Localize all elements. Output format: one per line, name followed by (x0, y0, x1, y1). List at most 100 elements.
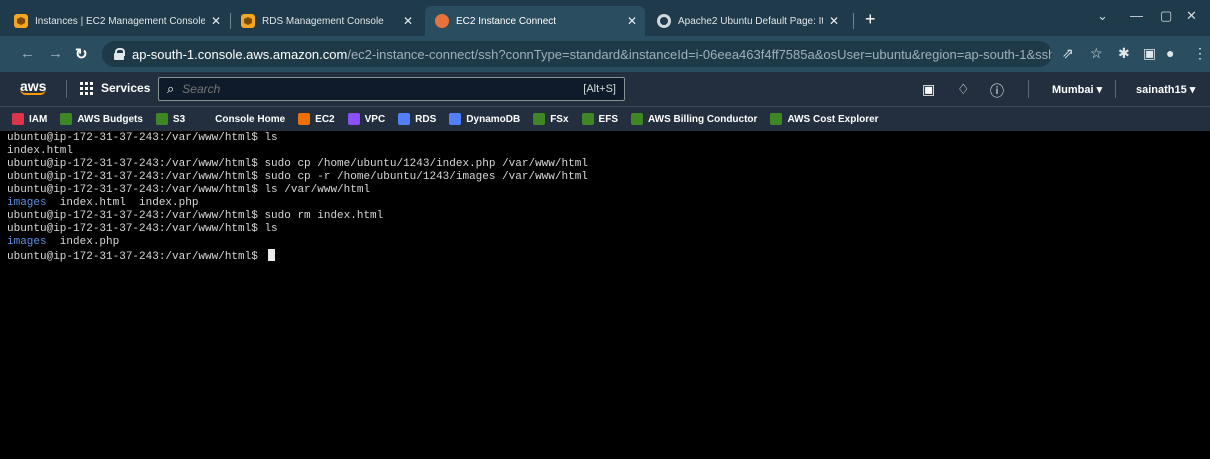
tab-separator (853, 13, 854, 29)
aws-console-icon (241, 14, 255, 28)
tab-ec2-instances[interactable]: Instances | EC2 Management Console ✕ (4, 6, 229, 36)
browser-menu-icon[interactable]: ⋮ (1193, 45, 1207, 62)
file-list: index.html index.php (46, 197, 199, 209)
terminal-line: ubuntu@ip-172-31-37-243:/var/www/html$ s… (7, 158, 1203, 171)
terminal-text: ubuntu@ip-172-31-37-243:/var/www/html$ s… (7, 210, 384, 222)
cloudshell-icon[interactable]: ▣ (922, 81, 935, 98)
file-list: index.php (46, 236, 120, 248)
dynamodb-icon (449, 113, 462, 125)
close-icon[interactable]: ✕ (829, 14, 839, 28)
reload-icon[interactable]: ↻ (75, 45, 88, 63)
divider (66, 80, 67, 98)
side-panel-icon[interactable]: ▣ (1143, 45, 1156, 62)
url-host: ap-south-1.console.aws.amazon.com (132, 46, 348, 62)
bookmark-star-icon[interactable]: ☆ (1090, 45, 1103, 62)
help-icon[interactable]: ⓘ (990, 81, 1004, 101)
terminal-line: ubuntu@ip-172-31-37-243:/var/www/html$ (7, 249, 1203, 263)
close-icon[interactable]: ✕ (403, 14, 413, 28)
favorite-label: AWS Budgets (77, 113, 143, 125)
favorite-label: VPC (364, 113, 386, 125)
browser-toolbar: ← → ↻ ap-south-1.console.aws.amazon.com /… (0, 36, 1210, 72)
search-input[interactable] (182, 82, 584, 96)
address-bar[interactable]: ap-south-1.console.aws.amazon.com/ec2-in… (102, 41, 1052, 67)
s3-icon (155, 113, 168, 125)
terminal-text: ubuntu@ip-172-31-37-243:/var/www/html$ l… (7, 132, 278, 144)
aws-logo-text: aws (20, 78, 47, 94)
console-home-icon (198, 113, 211, 125)
favorite-iam[interactable]: IAM (12, 113, 47, 125)
lock-icon (114, 48, 125, 60)
account-menu[interactable]: sainath15 ▾ (1136, 83, 1195, 96)
favorite-vpc[interactable]: VPC (347, 113, 386, 125)
tab-label: EC2 Instance Connect (456, 15, 557, 27)
directory-name: images (7, 236, 47, 248)
search-shortcut-hint: [Alt+S] (583, 83, 616, 95)
terminal-text: ubuntu@ip-172-31-37-243:/var/www/html$ l… (7, 223, 278, 235)
favorite-ec2[interactable]: EC2 (298, 113, 335, 125)
tab-search-icon[interactable]: ⌄ (1097, 8, 1108, 24)
terminal-line: ubuntu@ip-172-31-37-243:/var/www/html$ l… (7, 184, 1203, 197)
close-icon[interactable]: ✕ (211, 14, 221, 28)
favorite-label: DynamoDB (466, 113, 521, 125)
share-icon[interactable]: ⇗ (1062, 45, 1074, 62)
favorite-label: IAM (29, 113, 48, 125)
favorite-aws-cost-explorer[interactable]: AWS Cost Explorer (770, 113, 879, 125)
terminal-text: ubuntu@ip-172-31-37-243:/var/www/html$ s… (7, 171, 588, 183)
favorite-label: Console Home (215, 113, 286, 125)
browser-tab-strip: Instances | EC2 Management Console ✕ RDS… (0, 0, 1210, 36)
favorite-aws-billing-conductor[interactable]: AWS Billing Conductor (631, 113, 757, 125)
terminal-text: index.html (7, 145, 74, 157)
back-icon[interactable]: ← (20, 45, 35, 62)
terminal-line: ubuntu@ip-172-31-37-243:/var/www/html$ l… (7, 132, 1203, 145)
aws-console-icon (14, 14, 28, 28)
rds-icon (398, 113, 411, 125)
favorite-dynamodb[interactable]: DynamoDB (449, 113, 520, 125)
forward-icon[interactable]: → (48, 45, 63, 62)
favorite-rds[interactable]: RDS (398, 113, 436, 125)
tab-apache-default-page[interactable]: Apache2 Ubuntu Default Page: It works ✕ (647, 6, 847, 36)
region-selector[interactable]: Mumbai ▾ (1052, 83, 1102, 96)
favorite-aws-budgets[interactable]: AWS Budgets (60, 113, 143, 125)
aws-logo[interactable]: aws (20, 78, 46, 95)
aws-budgets-icon (60, 113, 73, 125)
terminal-line: images index.html index.php (7, 197, 1203, 210)
favorite-label: AWS Cost Explorer (787, 113, 879, 125)
favorite-efs[interactable]: EFS (581, 113, 618, 125)
search-icon: ⌕ (167, 81, 175, 96)
favorite-label: FSx (550, 113, 569, 125)
favorites-bar: IAM AWS Budgets S3 Console Home EC2 VPC RDS Dyn… (0, 106, 1210, 131)
services-label: Services (101, 81, 151, 95)
terminal-line: ubuntu@ip-172-31-37-243:/var/www/html$ s… (7, 210, 1203, 223)
maximize-icon[interactable]: ▢ (1160, 8, 1172, 24)
services-menu-button[interactable]: Services (80, 81, 150, 95)
tab-label: RDS Management Console (262, 15, 384, 27)
aws-console-header: aws Services ⌕ [Alt+S] ▣ ♢ ⓘ Mumbai ▾ sa… (0, 72, 1210, 106)
tab-rds-console[interactable]: RDS Management Console ✕ (231, 6, 421, 36)
minimize-icon[interactable]: — (1130, 8, 1143, 23)
favorite-fsx[interactable]: FSx (533, 113, 569, 125)
profile-avatar-icon[interactable]: ● (1166, 45, 1174, 61)
favorite-s3[interactable]: S3 (155, 113, 185, 125)
close-icon[interactable]: ✕ (627, 14, 637, 28)
divider (1115, 80, 1116, 98)
tab-label: Instances | EC2 Management Console (35, 15, 205, 27)
window-close-icon[interactable]: ✕ (1186, 8, 1197, 24)
favorite-console-home[interactable]: Console Home (198, 113, 285, 125)
efs-icon (581, 113, 594, 125)
directory-name: images (7, 197, 47, 209)
terminal-text: ubuntu@ip-172-31-37-243:/var/www/html$ l… (7, 184, 371, 196)
terminal-line: ubuntu@ip-172-31-37-243:/var/www/html$ l… (7, 223, 1203, 236)
console-search-box[interactable]: ⌕ [Alt+S] (158, 77, 625, 101)
ssh-terminal[interactable]: ubuntu@ip-172-31-37-243:/var/www/html$ l… (0, 131, 1210, 459)
aws-cost-explorer-icon (770, 113, 783, 125)
ec2-icon (298, 113, 311, 125)
notifications-bell-icon[interactable]: ♢ (957, 81, 970, 98)
new-tab-button[interactable]: + (865, 9, 876, 30)
tab-label: Apache2 Ubuntu Default Page: It works (678, 15, 823, 27)
favorite-label: AWS Billing Conductor (648, 113, 758, 125)
terminal-text: ubuntu@ip-172-31-37-243:/var/www/html$ (7, 251, 265, 263)
favorite-label: RDS (415, 113, 437, 125)
tab-ec2-instance-connect[interactable]: EC2 Instance Connect ✕ (425, 6, 645, 36)
iam-icon (12, 113, 24, 125)
extensions-icon[interactable]: ✱ (1118, 45, 1130, 62)
